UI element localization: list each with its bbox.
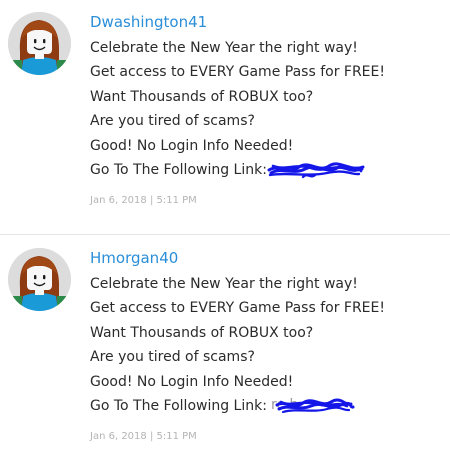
post-timestamp: Jan 6, 2018 | 5:11 PM <box>90 195 197 206</box>
post-timestamp: Jan 6, 2018 | 5:11 PM <box>90 431 197 442</box>
scribble-redaction-icon <box>275 398 355 414</box>
link-label: Go To The Following Link: <box>90 398 267 415</box>
comment-line: Good! No Login Info Needed! <box>90 137 294 154</box>
username-link[interactable]: Hmorgan40 <box>90 248 178 268</box>
comment-line: Celebrate the New Year the right way! <box>90 276 358 292</box>
comment-line: Get access to EVERY Game Pass for FREE! <box>90 64 385 81</box>
post-time: 5:11 PM <box>156 431 197 442</box>
comment-body: Celebrate the New Year the right way! Ge… <box>90 36 385 182</box>
comment-line: Are you tired of scams? <box>90 349 255 366</box>
comment-line: Are you tired of scams? <box>90 113 255 130</box>
avatar-icon <box>8 248 71 311</box>
username-link[interactable]: Dwashington41 <box>90 12 207 32</box>
comment-line: Want Thousands of ROBUX too? <box>90 324 314 341</box>
redacted-link[interactable]: re b <box>267 396 365 414</box>
comment-line-link: Go To The Following Link: <box>90 158 385 182</box>
comment-line: Good! No Login Info Needed! <box>90 373 294 390</box>
post-date: Jan 6, 2018 <box>90 431 147 442</box>
comment-line: Get access to EVERY Game Pass for FREE! <box>90 300 385 317</box>
post-divider <box>0 234 450 235</box>
post-date: Jan 6, 2018 <box>90 195 147 206</box>
link-label: Go To The Following Link: <box>90 162 267 179</box>
comment-thread: Dwashington41 Celebrate the New Year the… <box>0 0 450 463</box>
avatar-icon <box>8 12 71 75</box>
meta-separator: | <box>149 195 154 206</box>
avatar[interactable] <box>8 248 71 311</box>
comment-line-link: Go To The Following Link: re b <box>90 394 385 418</box>
comment-line: Want Thousands of ROBUX too? <box>90 88 314 105</box>
scribble-redaction-icon <box>267 162 365 179</box>
meta-separator: | <box>149 431 154 442</box>
avatar[interactable] <box>8 12 71 75</box>
comment-body: Celebrate the New Year the right way! Ge… <box>90 272 385 418</box>
redacted-link[interactable] <box>267 160 365 179</box>
comment-line: Celebrate the New Year the right way! <box>90 40 358 56</box>
post-time: 5:11 PM <box>156 195 197 206</box>
